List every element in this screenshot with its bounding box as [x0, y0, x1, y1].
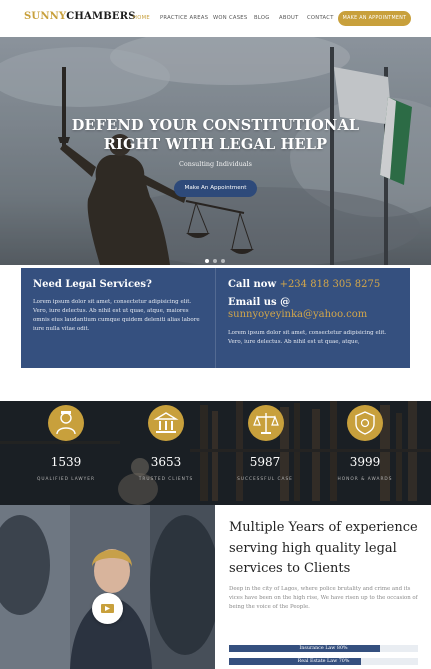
call-now-label: Call now	[228, 279, 277, 290]
slider-dot-3[interactable]	[221, 259, 225, 263]
legal-services-heading: Need Legal Services?	[33, 279, 152, 290]
video-icon	[101, 604, 114, 613]
stat-label-awards: HONOR & AWARDS	[337, 477, 393, 482]
slider-dot-1[interactable]	[205, 259, 209, 263]
lawyer-icon	[48, 405, 84, 441]
skill-bar-insurance-label: Insurance Law 80%	[299, 646, 348, 651]
stat-label-cases: SUCCESSFUL CASE	[237, 477, 293, 482]
experience-text: Deep in the city of Lagos, where police …	[229, 586, 418, 610]
logo-part-1: SUNNY	[24, 11, 67, 22]
hero-subtitle: Consulting Individuals	[179, 160, 252, 168]
slider-dot-2[interactable]	[213, 259, 217, 263]
phone-link[interactable]: +234 818 305 8275	[280, 279, 381, 290]
award-icon	[347, 405, 383, 441]
hero-title: DEFEND YOUR CONSTITUTIONAL RIGHT WITH LE…	[71, 117, 360, 153]
top-navbar: SUNNYCHAMBERS HOME PRACTICE AREAS WON CA…	[0, 0, 431, 37]
site-logo[interactable]: SUNNYCHAMBERS	[24, 11, 136, 22]
stats-section: 1539 3653 5987 3999 QUALIFIED LAWYER TRU…	[0, 401, 431, 505]
legal-services-text: Lorem ipsum dolor sit amet, consectetur …	[33, 299, 200, 332]
stat-number-awards: 3999	[349, 455, 381, 469]
video-play-button[interactable]	[92, 593, 123, 624]
logo-part-2: CHAMBERS	[66, 11, 136, 22]
contact-text: Lorem ipsum dolor sit amet, consectetur …	[228, 330, 387, 345]
contact-card: Call now +234 818 305 8275 Email us @ su…	[215, 268, 410, 368]
skill-bar-real-estate-label: Real Estate Law 70%	[297, 659, 350, 664]
stat-label-lawyers: QUALIFIED LAWYER	[36, 477, 96, 482]
team-photo-image	[0, 505, 215, 669]
nav-won-cases[interactable]: WON CASES	[213, 15, 247, 21]
hero-appointment-button[interactable]: Make An Appointment	[174, 180, 257, 197]
skill-bar-real-estate: Real Estate Law 70%	[229, 658, 418, 665]
email-label: Email us @	[228, 297, 291, 308]
legal-services-card: Need Legal Services? Lorem ipsum dolor s…	[21, 268, 215, 368]
call-now-line: Call now +234 818 305 8275	[228, 279, 380, 290]
email-link[interactable]: sunnyoyeyinka@yahoo.com	[228, 309, 367, 320]
scales-icon	[248, 405, 284, 441]
experience-title: Multiple Years of experience serving hig…	[229, 520, 418, 576]
stat-number-lawyers: 1539	[50, 455, 82, 469]
nav-contact[interactable]: CONTACT	[307, 15, 334, 21]
stat-label-clients: TRUSTED CLIENTS	[138, 477, 194, 482]
nav-blog[interactable]: BLOG	[254, 15, 270, 21]
info-divider	[215, 268, 216, 368]
make-appointment-button[interactable]: MAKE AN APPOINTMENT	[338, 11, 411, 26]
hero-banner: DEFEND YOUR CONSTITUTIONAL RIGHT WITH LE…	[0, 37, 431, 265]
bank-icon	[148, 405, 184, 441]
nav-home[interactable]: HOME	[133, 15, 150, 21]
skill-bar-insurance: Insurance Law 80%	[229, 645, 418, 652]
nav-about[interactable]: ABOUT	[279, 15, 299, 21]
nav-practice-areas[interactable]: PRACTICE AREAS	[160, 15, 208, 21]
stat-number-cases: 5987	[249, 455, 281, 469]
stat-number-clients: 3653	[150, 455, 182, 469]
team-photo	[0, 505, 215, 669]
